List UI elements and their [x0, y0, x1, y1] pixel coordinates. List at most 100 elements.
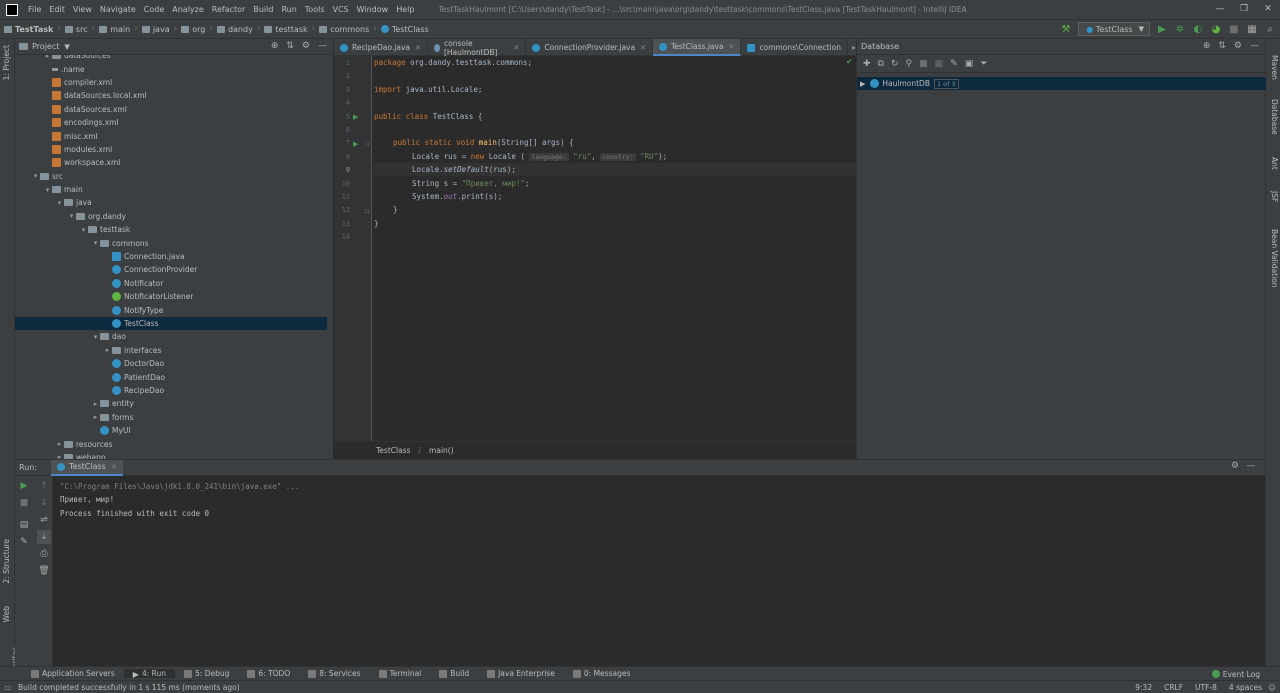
hide-icon[interactable]: — — [1250, 41, 1259, 51]
project-tree[interactable]: ▸ dataSources .name compiler.xml dataSources… — [15, 55, 327, 459]
bean-validation-tool-tab[interactable]: Bean Validation — [1270, 229, 1279, 288]
minimize-icon[interactable]: — — [1208, 0, 1232, 19]
add-icon[interactable]: ✚ — [863, 59, 871, 69]
inspection-ok-icon[interactable]: ✔ — [846, 57, 853, 66]
chevron-right-icon[interactable]: ▸ — [43, 55, 52, 60]
chevron-down-icon[interactable]: ▾ — [31, 172, 40, 180]
run-configuration-select[interactable]: ● TestClass ▼ — [1077, 22, 1150, 36]
tree-item[interactable]: ▾ org.dandy — [15, 210, 327, 223]
breadcrumb-method[interactable]: main() — [429, 446, 454, 455]
menu-navigate[interactable]: Navigate — [96, 5, 140, 14]
settings-icon[interactable]: ⚙ — [302, 41, 310, 51]
menu-refactor[interactable]: Refactor — [208, 5, 250, 14]
menu-run[interactable]: Run — [277, 5, 300, 14]
close-tab-icon[interactable]: ✕ — [513, 44, 519, 52]
tree-item[interactable]: TestClass — [15, 316, 327, 331]
fold-icon[interactable]: ▫ — [365, 207, 370, 215]
indent-setting[interactable]: 4 spaces — [1229, 683, 1262, 692]
structure-tool-tab[interactable]: 2: Structure — [2, 539, 11, 584]
close-icon[interactable]: ✕ — [1256, 0, 1280, 19]
tree-item[interactable]: compiler.xml — [15, 76, 327, 89]
tab-application-servers[interactable]: Application Servers — [22, 669, 124, 678]
tab-todo[interactable]: 6: TODO — [238, 669, 299, 678]
print-icon[interactable]: ⎙ — [37, 547, 51, 561]
tree-item[interactable]: ▸ webapp — [15, 451, 327, 459]
close-tab-icon[interactable]: ✕ — [729, 43, 735, 51]
tree-item[interactable]: ▾ src — [15, 170, 327, 183]
chevron-right-icon[interactable]: ▶ — [860, 80, 865, 88]
tree-item[interactable]: workspace.xml — [15, 156, 327, 169]
down-arrow-icon[interactable]: ↓ — [37, 496, 51, 510]
tree-item[interactable]: RecipeDao — [15, 384, 327, 397]
filter-icon[interactable]: ⏷ — [980, 59, 987, 69]
coverage-icon[interactable]: ◐ — [1192, 23, 1204, 35]
tree-item[interactable]: PatientDao — [15, 370, 327, 383]
refresh-icon[interactable]: ↻ — [891, 59, 899, 69]
trash-icon[interactable]: 🗑 — [37, 564, 51, 578]
tab-connection[interactable]: commons\Connection — [741, 39, 848, 56]
file-encoding[interactable]: UTF-8 — [1195, 683, 1217, 692]
ant-tool-tab[interactable]: Ant — [1270, 157, 1279, 170]
project-tool-tab[interactable]: 1: Project — [2, 45, 11, 80]
edit-icon[interactable]: ✎ — [950, 59, 958, 69]
database-tree-item[interactable]: ▶ HaulmontDB 1 of 3 — [857, 77, 1266, 90]
menu-view[interactable]: View — [69, 5, 96, 14]
close-tab-icon[interactable]: ✕ — [415, 44, 421, 52]
locate-icon[interactable]: ⊕ — [1203, 41, 1211, 51]
tree-item[interactable]: NotificatorListener — [15, 290, 327, 303]
project-structure-icon[interactable]: ▦ — [1246, 23, 1258, 35]
settings-icon[interactable]: ⚙ — [1234, 41, 1242, 51]
crumb-testtask[interactable]: testtask — [260, 25, 311, 34]
caret-position[interactable]: 9:32 — [1135, 683, 1152, 692]
tree-item[interactable]: encodings.xml — [15, 116, 327, 129]
tab-terminal[interactable]: Terminal — [370, 669, 431, 678]
chevron-right-icon[interactable]: ▸ — [55, 440, 64, 448]
restore-icon[interactable]: ❐ — [1232, 0, 1256, 19]
schema-count-badge[interactable]: 1 of 3 — [933, 78, 959, 89]
crumb-main[interactable]: main — [95, 25, 134, 34]
debug-icon[interactable]: ✲ — [1174, 23, 1186, 35]
crumb-java[interactable]: java — [138, 25, 174, 34]
collapse-all-icon[interactable]: ⇅ — [286, 41, 294, 51]
tab-recipedao[interactable]: RecipeDao.java ✕ — [334, 39, 428, 56]
tree-item[interactable]: modules.xml — [15, 143, 327, 156]
database-tool-tab[interactable]: Database — [1270, 99, 1279, 135]
menu-edit[interactable]: Edit — [45, 5, 69, 14]
tree-item[interactable]: ▾ java — [15, 196, 327, 209]
run-icon[interactable]: ▶ — [1156, 23, 1168, 35]
crumb-dandy[interactable]: dandy — [213, 25, 257, 34]
console-output[interactable]: "C:\Program Files\Java\jdk1.8.0_241\bin\… — [60, 480, 299, 520]
crumb-org[interactable]: org — [177, 25, 209, 34]
stop-icon[interactable]: ■ — [919, 59, 928, 69]
menu-build[interactable]: Build — [249, 5, 277, 14]
maven-tool-tab[interactable]: Maven — [1270, 55, 1279, 80]
tree-item[interactable]: Notificator — [15, 277, 327, 290]
tab-java-enterprise[interactable]: Java Enterprise — [478, 669, 564, 678]
soft-wrap-icon[interactable]: ⇌ — [37, 513, 51, 527]
tree-item[interactable]: dataSources.xml — [15, 103, 327, 116]
tab-connectionprovider[interactable]: ConnectionProvider.java ✕ — [526, 39, 653, 56]
jsf-tool-tab[interactable]: JSF — [1270, 191, 1279, 202]
tree-item[interactable]: ▸ interfaces — [15, 344, 327, 357]
close-tab-icon[interactable]: ✕ — [111, 459, 117, 475]
settings-icon[interactable]: ⚙ — [1231, 461, 1239, 471]
tree-item[interactable]: ▸ forms — [15, 411, 327, 424]
hide-icon[interactable]: — — [1246, 461, 1255, 471]
tab-run[interactable]: ▶ 4: Run — [123, 669, 176, 679]
menu-file[interactable]: File — [24, 5, 45, 14]
menu-tools[interactable]: Tools — [301, 5, 329, 14]
web-tool-tab[interactable]: Web — [2, 606, 11, 622]
chevron-down-icon[interactable]: ▾ — [91, 333, 100, 341]
menu-code[interactable]: Code — [140, 5, 168, 14]
build-hammer-icon[interactable]: ⚒ — [1060, 23, 1072, 35]
hide-icon[interactable]: — — [318, 41, 327, 51]
run-tab-testclass[interactable]: TestClass ✕ — [51, 459, 123, 476]
menu-analyze[interactable]: Analyze — [168, 5, 208, 14]
tab-build[interactable]: Build — [430, 669, 478, 678]
chevron-right-icon[interactable]: ▸ — [91, 413, 100, 421]
tree-item[interactable]: ▸ entity — [15, 397, 327, 410]
code-area[interactable]: package org.dandy.testtask.commons; impo… — [374, 56, 856, 441]
tab-messages[interactable]: 0: Messages — [564, 669, 639, 678]
crumb-src[interactable]: src — [61, 25, 92, 34]
tree-item[interactable]: misc.xml — [15, 129, 327, 142]
